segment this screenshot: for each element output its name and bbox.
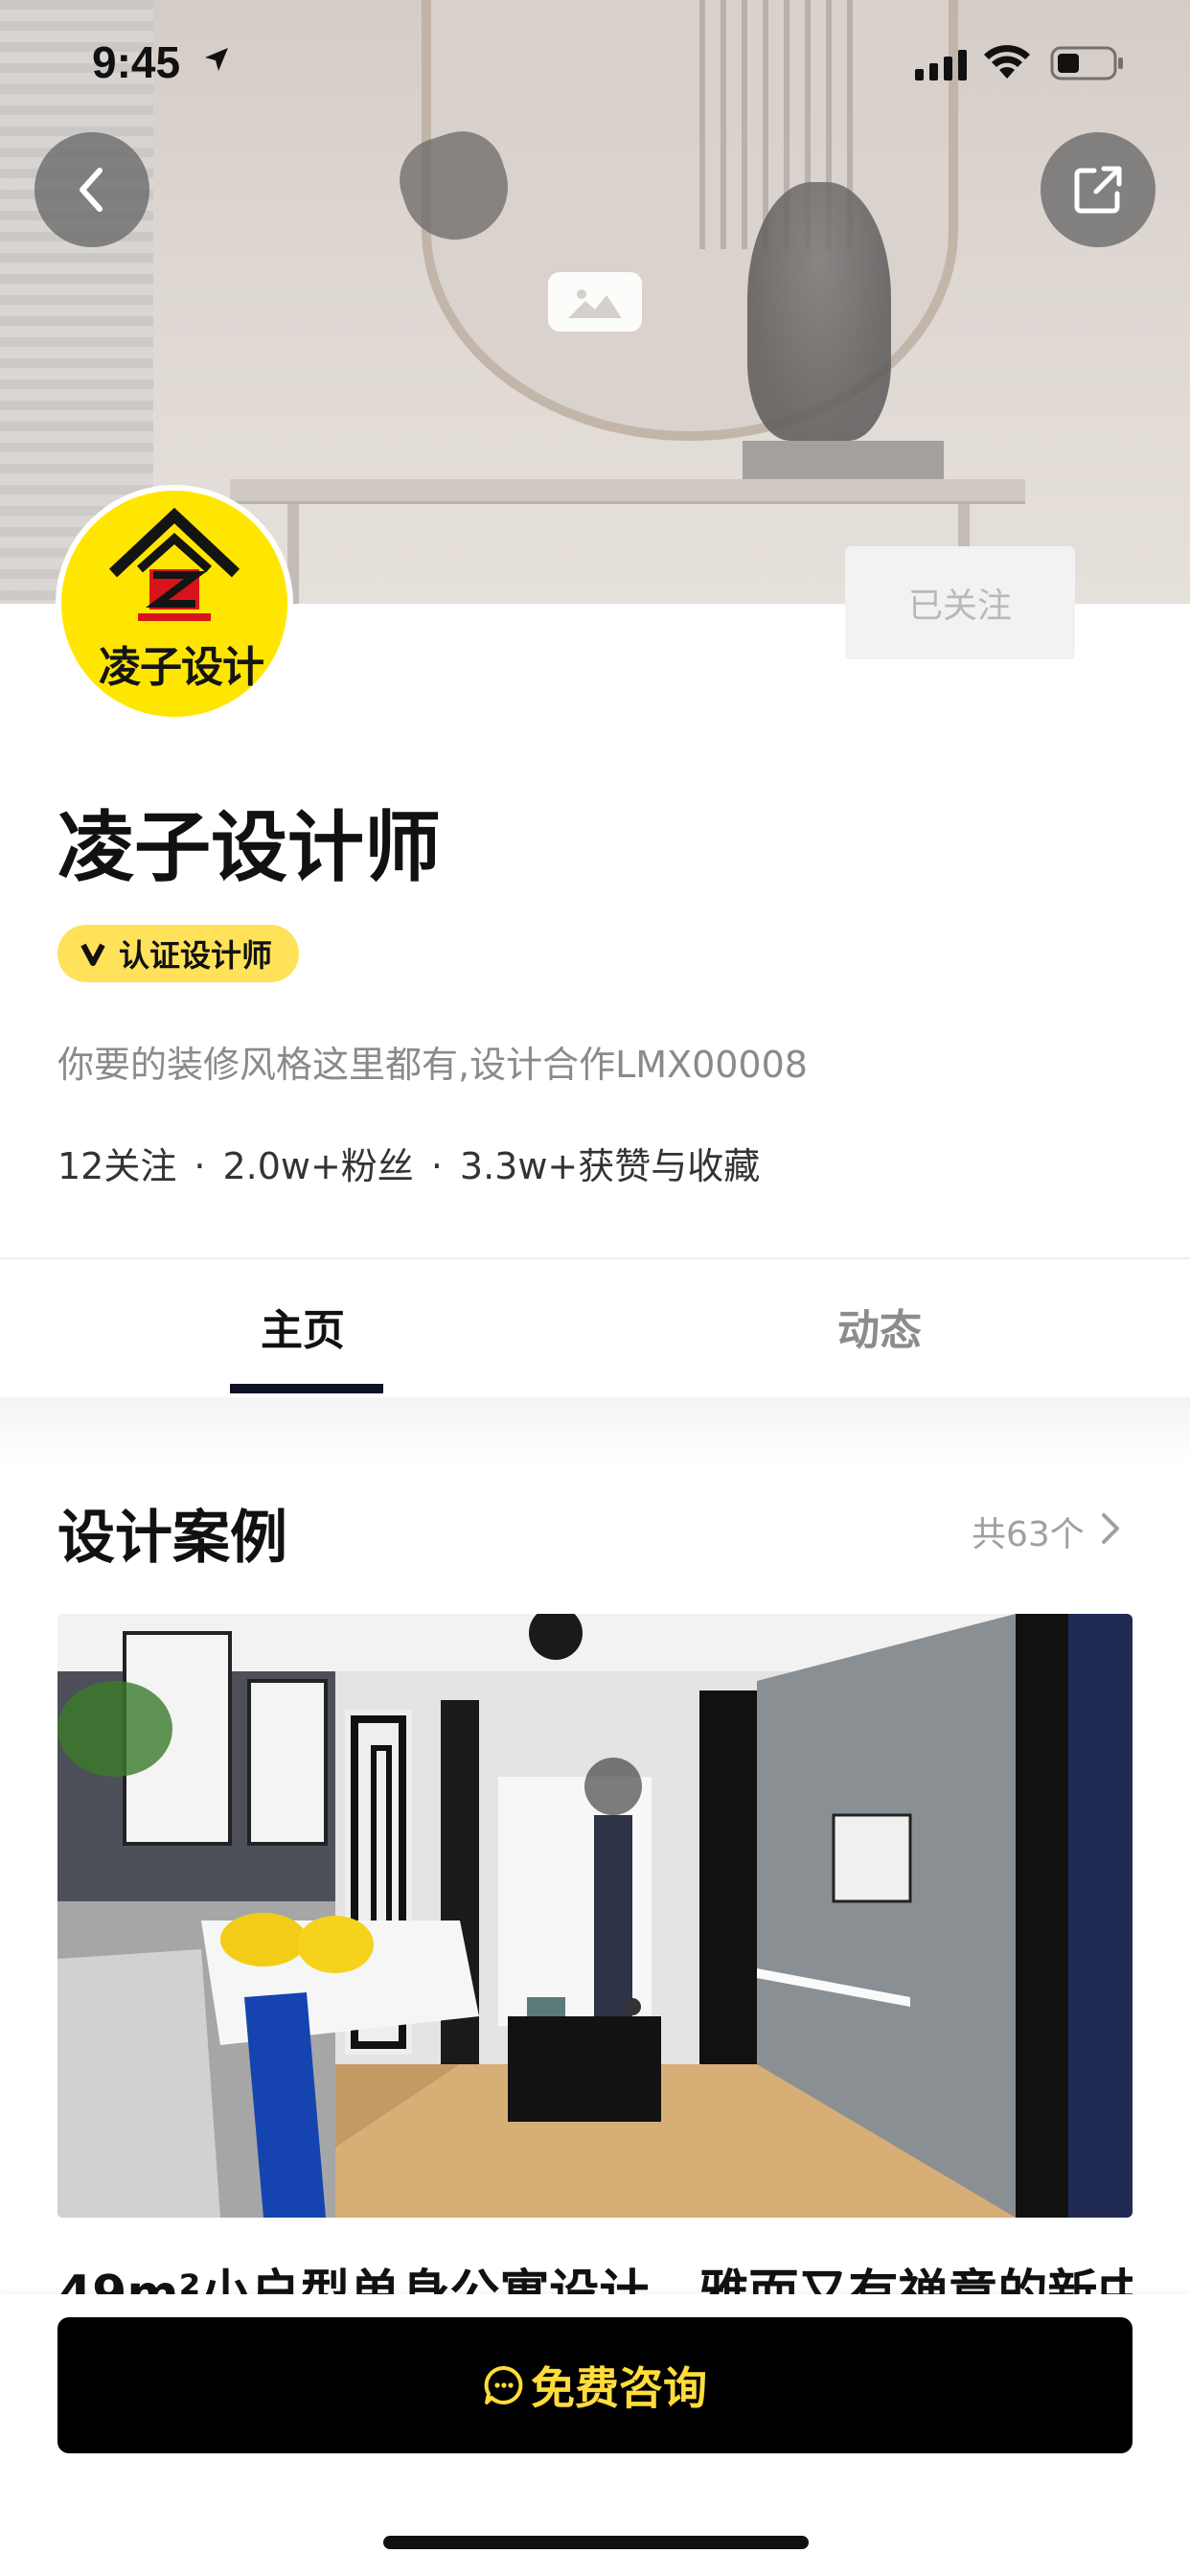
design-cases-title: 设计案例 [57,1505,287,1572]
follow-button[interactable]: 已关注 [845,546,1075,659]
external-link-icon [1074,166,1122,214]
follower-count[interactable]: 2.0w+粉丝 [222,1145,413,1187]
design-case-title-clip: 49m²小户型单身公寓设计，雅而又有禅意的新中 [57,2252,1133,2294]
design-case-title[interactable]: 49m²小户型单身公寓设计，雅而又有禅意的新中 [57,2256,1133,2294]
tab-active-indicator [230,1384,383,1393]
design-case-photo[interactable] [57,1614,1133,2218]
chat-bubble-icon [483,2364,525,2406]
avatar-logo-text: 凌子设计 [99,643,264,692]
location-arrow-icon [205,48,228,71]
cover-bust-base [743,441,944,484]
verified-badge: 认证设计师 [57,925,300,982]
cover-bust [747,182,891,441]
free-consult-button[interactable]: 免费咨询 [57,2317,1133,2453]
free-consult-label: 免费咨询 [531,2362,707,2414]
image-icon [548,272,642,332]
cellular-signal-icon [915,50,967,80]
following-count[interactable]: 12关注 [57,1145,176,1187]
section-divider [0,1257,1190,1259]
avatar[interactable]: 凌子设计 [56,485,293,723]
verified-badge-label: 认证设计师 [119,937,273,974]
share-button[interactable] [1041,132,1156,247]
designer-name: 凌子设计师 [57,803,441,892]
tab-activity[interactable]: 动态 [837,1296,922,1357]
stats-separator: · [430,1145,443,1187]
chevron-left-icon [80,168,103,212]
tab-home[interactable]: 主页 [261,1296,345,1357]
chevron-right-icon[interactable] [1100,1512,1121,1545]
designer-logo-icon [108,507,240,621]
wifi-icon [984,45,1030,79]
battery-icon [1050,46,1123,80]
profile-stats: 12关注 · 2.0w+粉丝 · 3.3w+获赞与收藏 [57,1137,760,1189]
status-time: 9:45 [92,37,181,87]
likes-count: 3.3w+获赞与收藏 [459,1145,761,1187]
home-indicator [383,2536,809,2549]
cover-console-table [230,479,1025,504]
design-cases-count[interactable]: 共63个 [972,1506,1085,1556]
tab-bar-shadow [0,1397,1190,1464]
back-button[interactable] [34,132,149,247]
stats-separator: · [194,1145,206,1187]
profile-bio: 你要的装修风格这里都有,设计合作LMX00008 [57,1044,808,1086]
v-badge-icon [80,941,105,966]
